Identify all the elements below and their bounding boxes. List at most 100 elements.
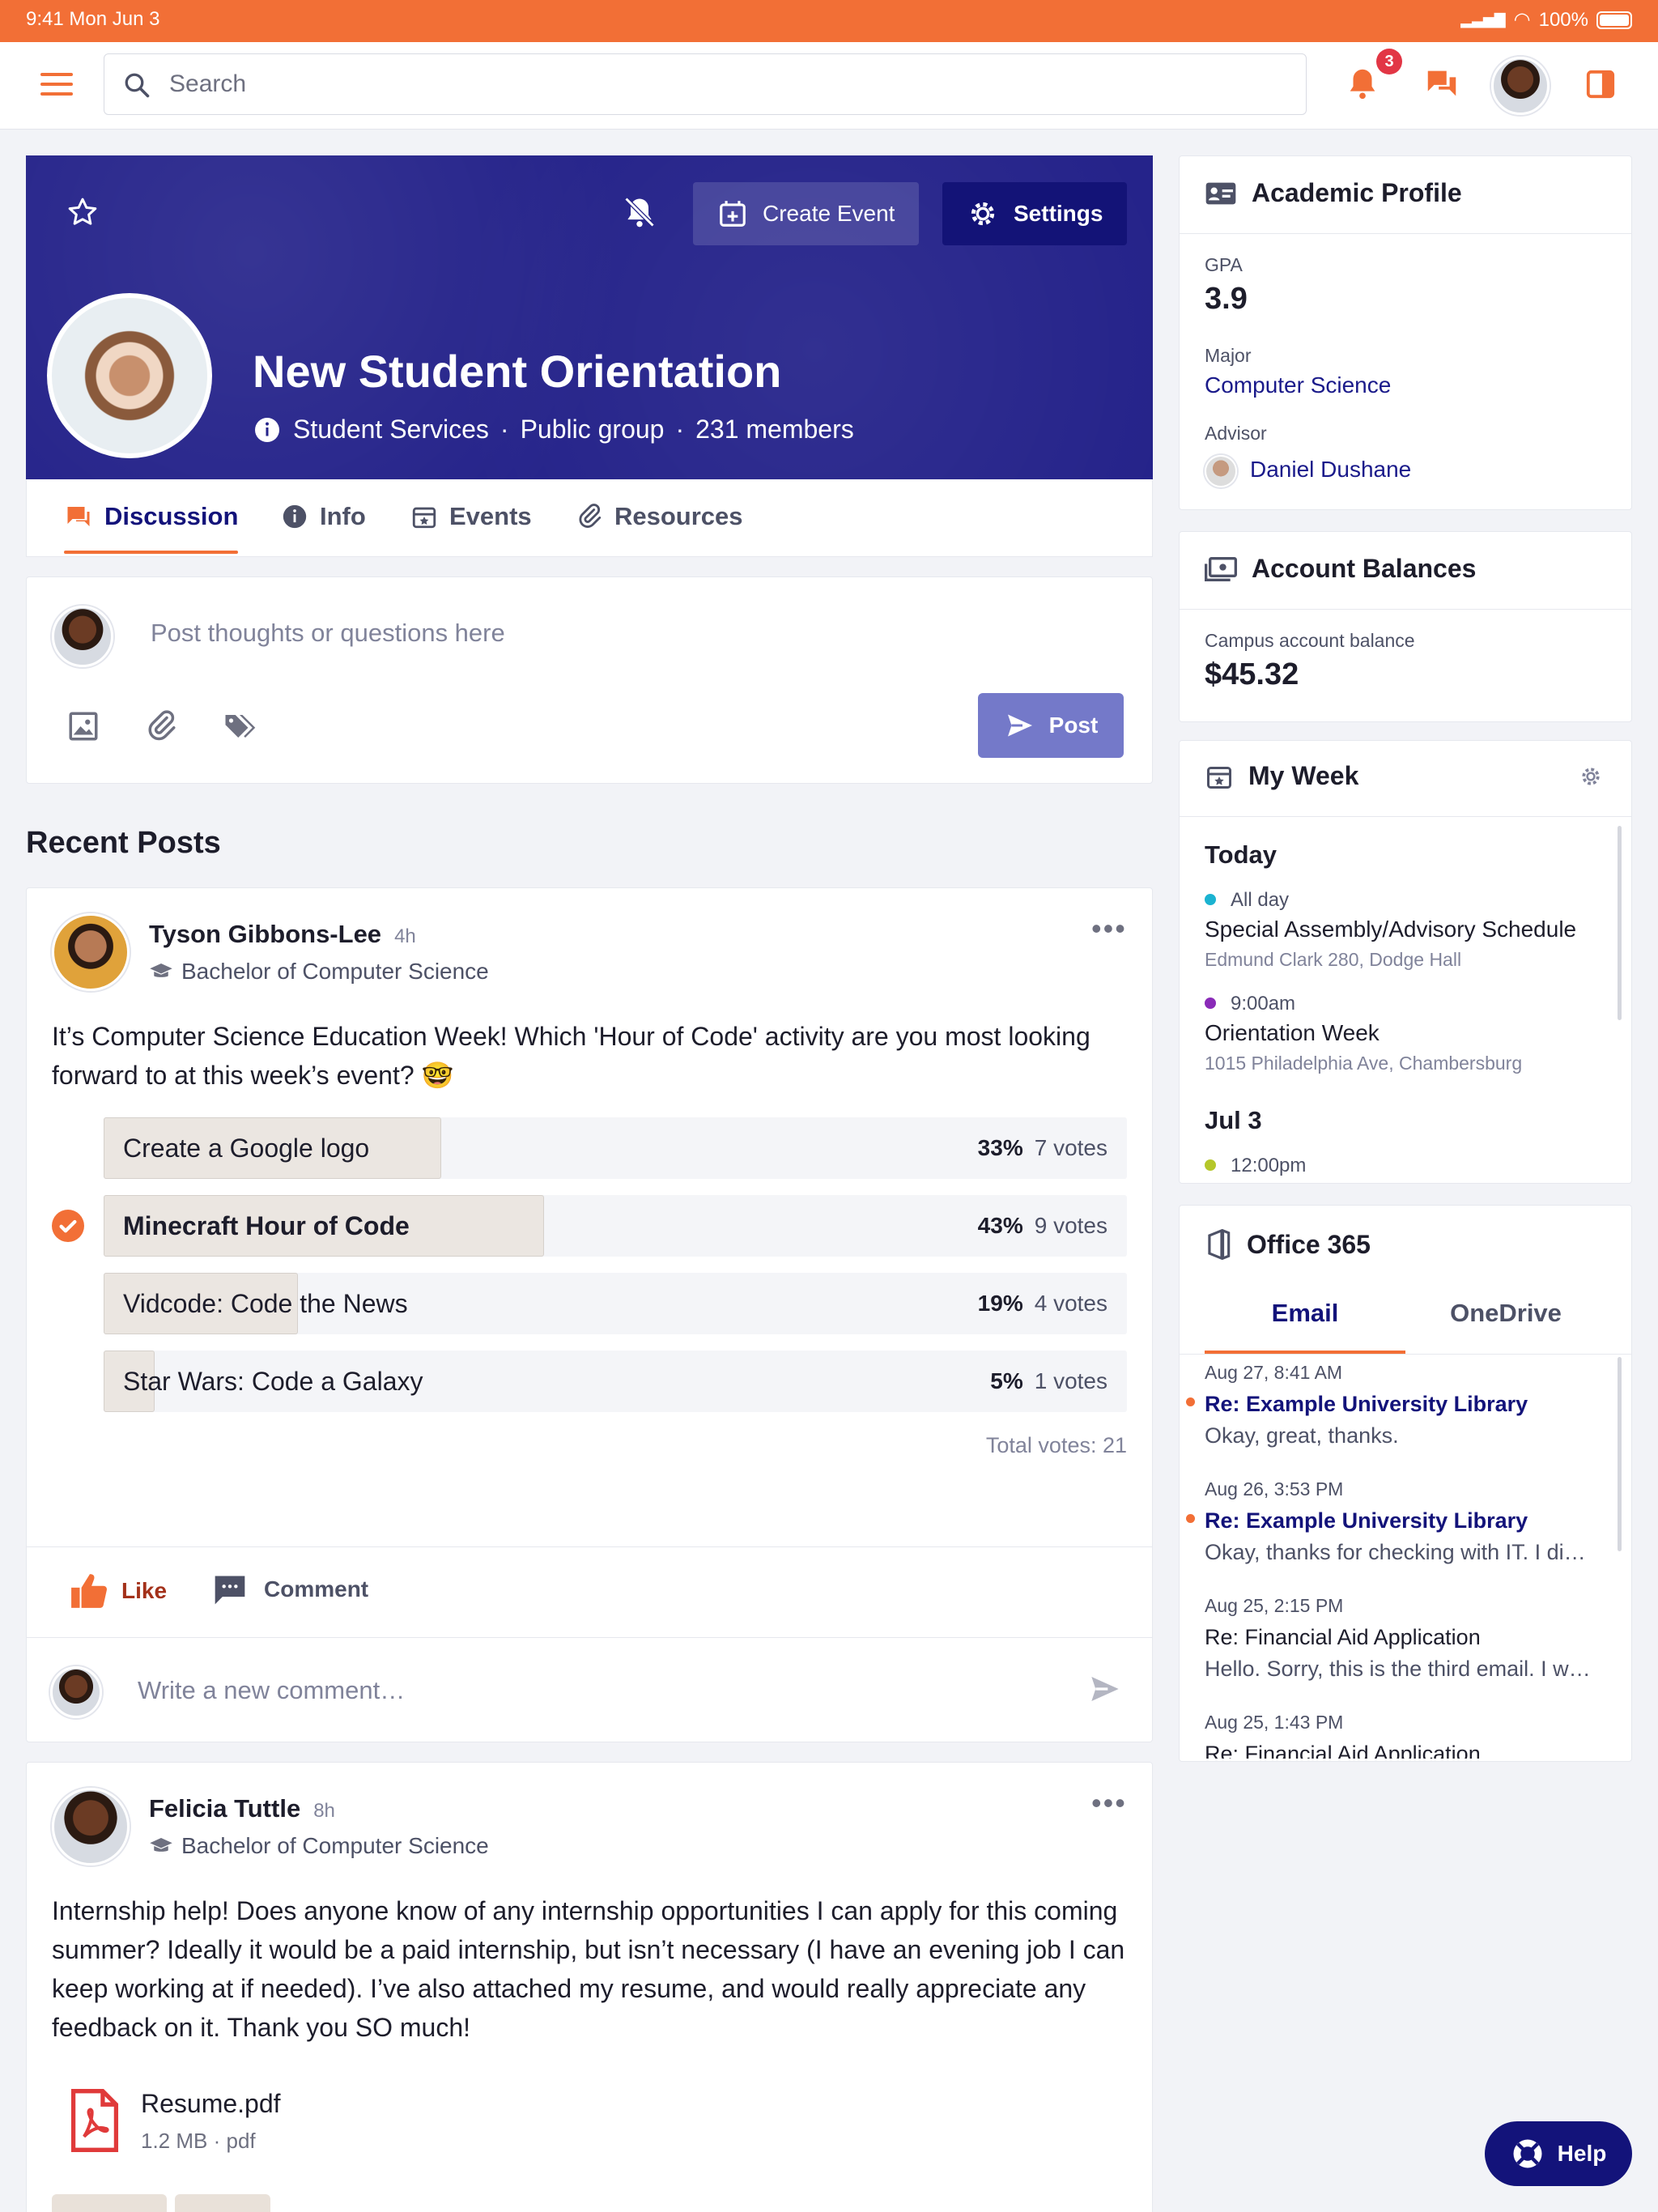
event-time: All day	[1231, 889, 1290, 911]
email-item[interactable]: Aug 25, 2:15 PM Re: Financial Aid Applica…	[1205, 1595, 1609, 1700]
author-avatar[interactable]	[52, 1788, 130, 1865]
like-button[interactable]: Like	[70, 1572, 167, 1610]
gpa-label: GPA	[1205, 254, 1243, 275]
my-week-settings-button[interactable]	[1579, 764, 1603, 793]
scrollbar[interactable]	[1618, 1357, 1622, 1551]
battery-label: 100%	[1538, 8, 1588, 31]
messages-button[interactable]	[1423, 65, 1460, 106]
notifications-button[interactable]	[1344, 65, 1384, 105]
info-icon	[255, 417, 279, 442]
advisor-link[interactable]: Daniel Dushane	[1250, 457, 1411, 483]
recent-posts-heading: Recent Posts	[26, 826, 221, 860]
money-icon	[1205, 556, 1237, 581]
author-name[interactable]: Tyson Gibbons-Lee	[149, 920, 381, 949]
add-tag-button[interactable]	[222, 709, 257, 747]
post-options-button[interactable]: •••	[1091, 1786, 1127, 1820]
settings-button[interactable]: Settings	[942, 182, 1128, 245]
group-org[interactable]: Student Services	[293, 415, 489, 445]
major-label: Major	[1205, 345, 1252, 366]
selected-check-icon	[52, 1210, 84, 1242]
group-tabs: Discussion Info Events Resources	[26, 479, 1153, 557]
academic-profile-header: Academic Profile	[1205, 178, 1462, 208]
file-size: 1.2 MB	[141, 2129, 208, 2153]
poll-option-votes: 9 votes	[1034, 1213, 1107, 1238]
email-item[interactable]: Aug 25, 1:43 PM Re: Financial Aid Applica…	[1205, 1712, 1609, 1759]
lifebuoy-icon	[1513, 2139, 1542, 2168]
menu-icon[interactable]	[40, 73, 73, 96]
poll-option[interactable]: Create a Google logo 33% 7 votes	[104, 1117, 1127, 1179]
author-program: Bachelor of Computer Science	[149, 959, 489, 985]
next-event-time: 12:00pm	[1231, 1155, 1307, 1176]
tab-info[interactable]: Info	[281, 502, 366, 531]
create-event-button[interactable]: Create Event	[693, 182, 920, 245]
profile-avatar[interactable]	[1491, 57, 1550, 115]
author-name[interactable]: Felicia Tuttle	[149, 1794, 300, 1823]
comment-input[interactable]: Write a new comment…	[138, 1676, 405, 1705]
email-subject: Re: Financial Aid Application	[1205, 1742, 1481, 1759]
calendar-icon	[1207, 766, 1231, 789]
group-members[interactable]: 231 members	[695, 415, 854, 445]
post-button[interactable]: Post	[978, 693, 1124, 758]
send-comment-button[interactable]	[1086, 1673, 1124, 1709]
tab-discussion[interactable]: Discussion	[64, 502, 239, 554]
post-time: 8h	[313, 1800, 335, 1822]
poll-option[interactable]: Star Wars: Code a Galaxy 5% 1 votes	[104, 1351, 1127, 1412]
email-date: Aug 25, 1:43 PM	[1205, 1712, 1344, 1733]
send-icon	[1007, 714, 1032, 737]
event-location: Edmund Clark 280, Dodge Hall	[1205, 949, 1462, 970]
next-event-dot	[1205, 1159, 1216, 1171]
graduation-cap-icon	[150, 963, 172, 977]
commenter-avatar	[50, 1666, 102, 1718]
tab-label: Events	[449, 502, 532, 530]
event-title[interactable]: Special Assembly/Advisory Schedule	[1205, 917, 1576, 942]
unread-dot	[1186, 1397, 1195, 1406]
tag-chip[interactable]	[175, 2194, 270, 2212]
favorite-button[interactable]	[66, 196, 99, 232]
attachment-file[interactable]: Resume.pdf 1.2 MB · pdf	[68, 2087, 281, 2154]
major-link[interactable]: Computer Science	[1205, 372, 1391, 398]
scrollbar[interactable]	[1618, 826, 1622, 1020]
author-avatar[interactable]	[52, 913, 130, 991]
next-day-heading: Jul 3	[1205, 1106, 1262, 1134]
attach-image-button[interactable]	[66, 709, 100, 747]
post-button-label: Post	[1048, 713, 1099, 738]
sidebar-toggle-icon	[1586, 70, 1615, 99]
group-title: New Student Orientation	[253, 346, 782, 397]
mute-notifications-button[interactable]	[622, 194, 657, 234]
calendar-icon	[412, 507, 436, 529]
poll-option-percent: 5%	[990, 1368, 1023, 1393]
event-time: 9:00am	[1231, 993, 1296, 1015]
tab-email[interactable]: Email	[1205, 1299, 1405, 1354]
my-week-title: My Week	[1248, 761, 1359, 790]
comment-button[interactable]: Comment	[212, 1572, 368, 1606]
poll-option[interactable]: Vidcode: Code the News 19% 4 votes	[104, 1273, 1127, 1334]
composer-input[interactable]: Post thoughts or questions here	[151, 619, 505, 648]
poll-option-label: Minecraft Hour of Code	[123, 1211, 410, 1240]
tab-resources[interactable]: Resources	[576, 502, 743, 531]
email-subject: Re: Example University Library	[1205, 1508, 1528, 1533]
tag-icon	[225, 715, 256, 738]
email-subject: Re: Example University Library	[1205, 1392, 1528, 1416]
email-item[interactable]: Aug 26, 3:53 PM Re: Example University Li…	[1205, 1478, 1609, 1584]
search-input[interactable]: Search	[104, 53, 1307, 115]
poll-option-percent: 33%	[977, 1135, 1023, 1160]
email-subject: Re: Financial Aid Application	[1205, 1625, 1481, 1649]
total-votes: Total votes: 21	[985, 1433, 1127, 1457]
tag-chip[interactable]	[52, 2194, 167, 2212]
email-item[interactable]: Aug 27, 8:41 AM Re: Example University Li…	[1205, 1362, 1609, 1467]
panel-toggle-button[interactable]	[1585, 68, 1616, 104]
email-date: Aug 25, 2:15 PM	[1205, 1595, 1344, 1616]
settings-label: Settings	[1014, 201, 1103, 226]
tab-events[interactable]: Events	[410, 502, 532, 531]
status-time: 9:41 Mon Jun 3	[26, 8, 160, 30]
attach-file-button[interactable]	[144, 709, 178, 747]
poll-option[interactable]: Minecraft Hour of Code 43% 9 votes	[104, 1195, 1127, 1257]
paperclip-icon	[148, 710, 176, 741]
tab-label: Discussion	[104, 502, 239, 530]
gear-icon	[1582, 768, 1600, 785]
bell-icon	[1350, 69, 1375, 100]
post-options-button[interactable]: •••	[1091, 912, 1127, 946]
tab-onedrive[interactable]: OneDrive	[1405, 1299, 1606, 1354]
event-title[interactable]: Orientation Week	[1205, 1020, 1380, 1046]
help-button[interactable]: Help	[1485, 2121, 1632, 2186]
